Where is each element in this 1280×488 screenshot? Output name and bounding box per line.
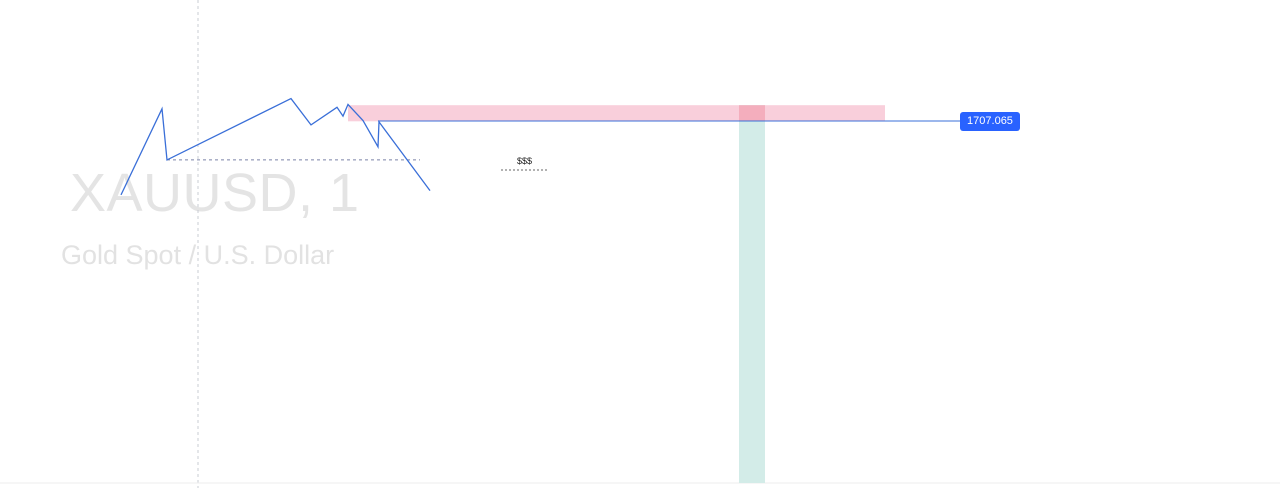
- vertical-zone-rect[interactable]: [739, 105, 765, 483]
- supply-zone-rect[interactable]: [348, 105, 885, 122]
- zone-overlap-rect: [739, 105, 765, 122]
- chart-area[interactable]: XAUUSD, 1 Gold Spot / U.S. Dollar 1707.0…: [0, 0, 1280, 488]
- current-price-label: 1707.065: [960, 112, 1020, 131]
- price-chart[interactable]: [0, 0, 1280, 488]
- liquidity-note: $$$: [517, 156, 533, 166]
